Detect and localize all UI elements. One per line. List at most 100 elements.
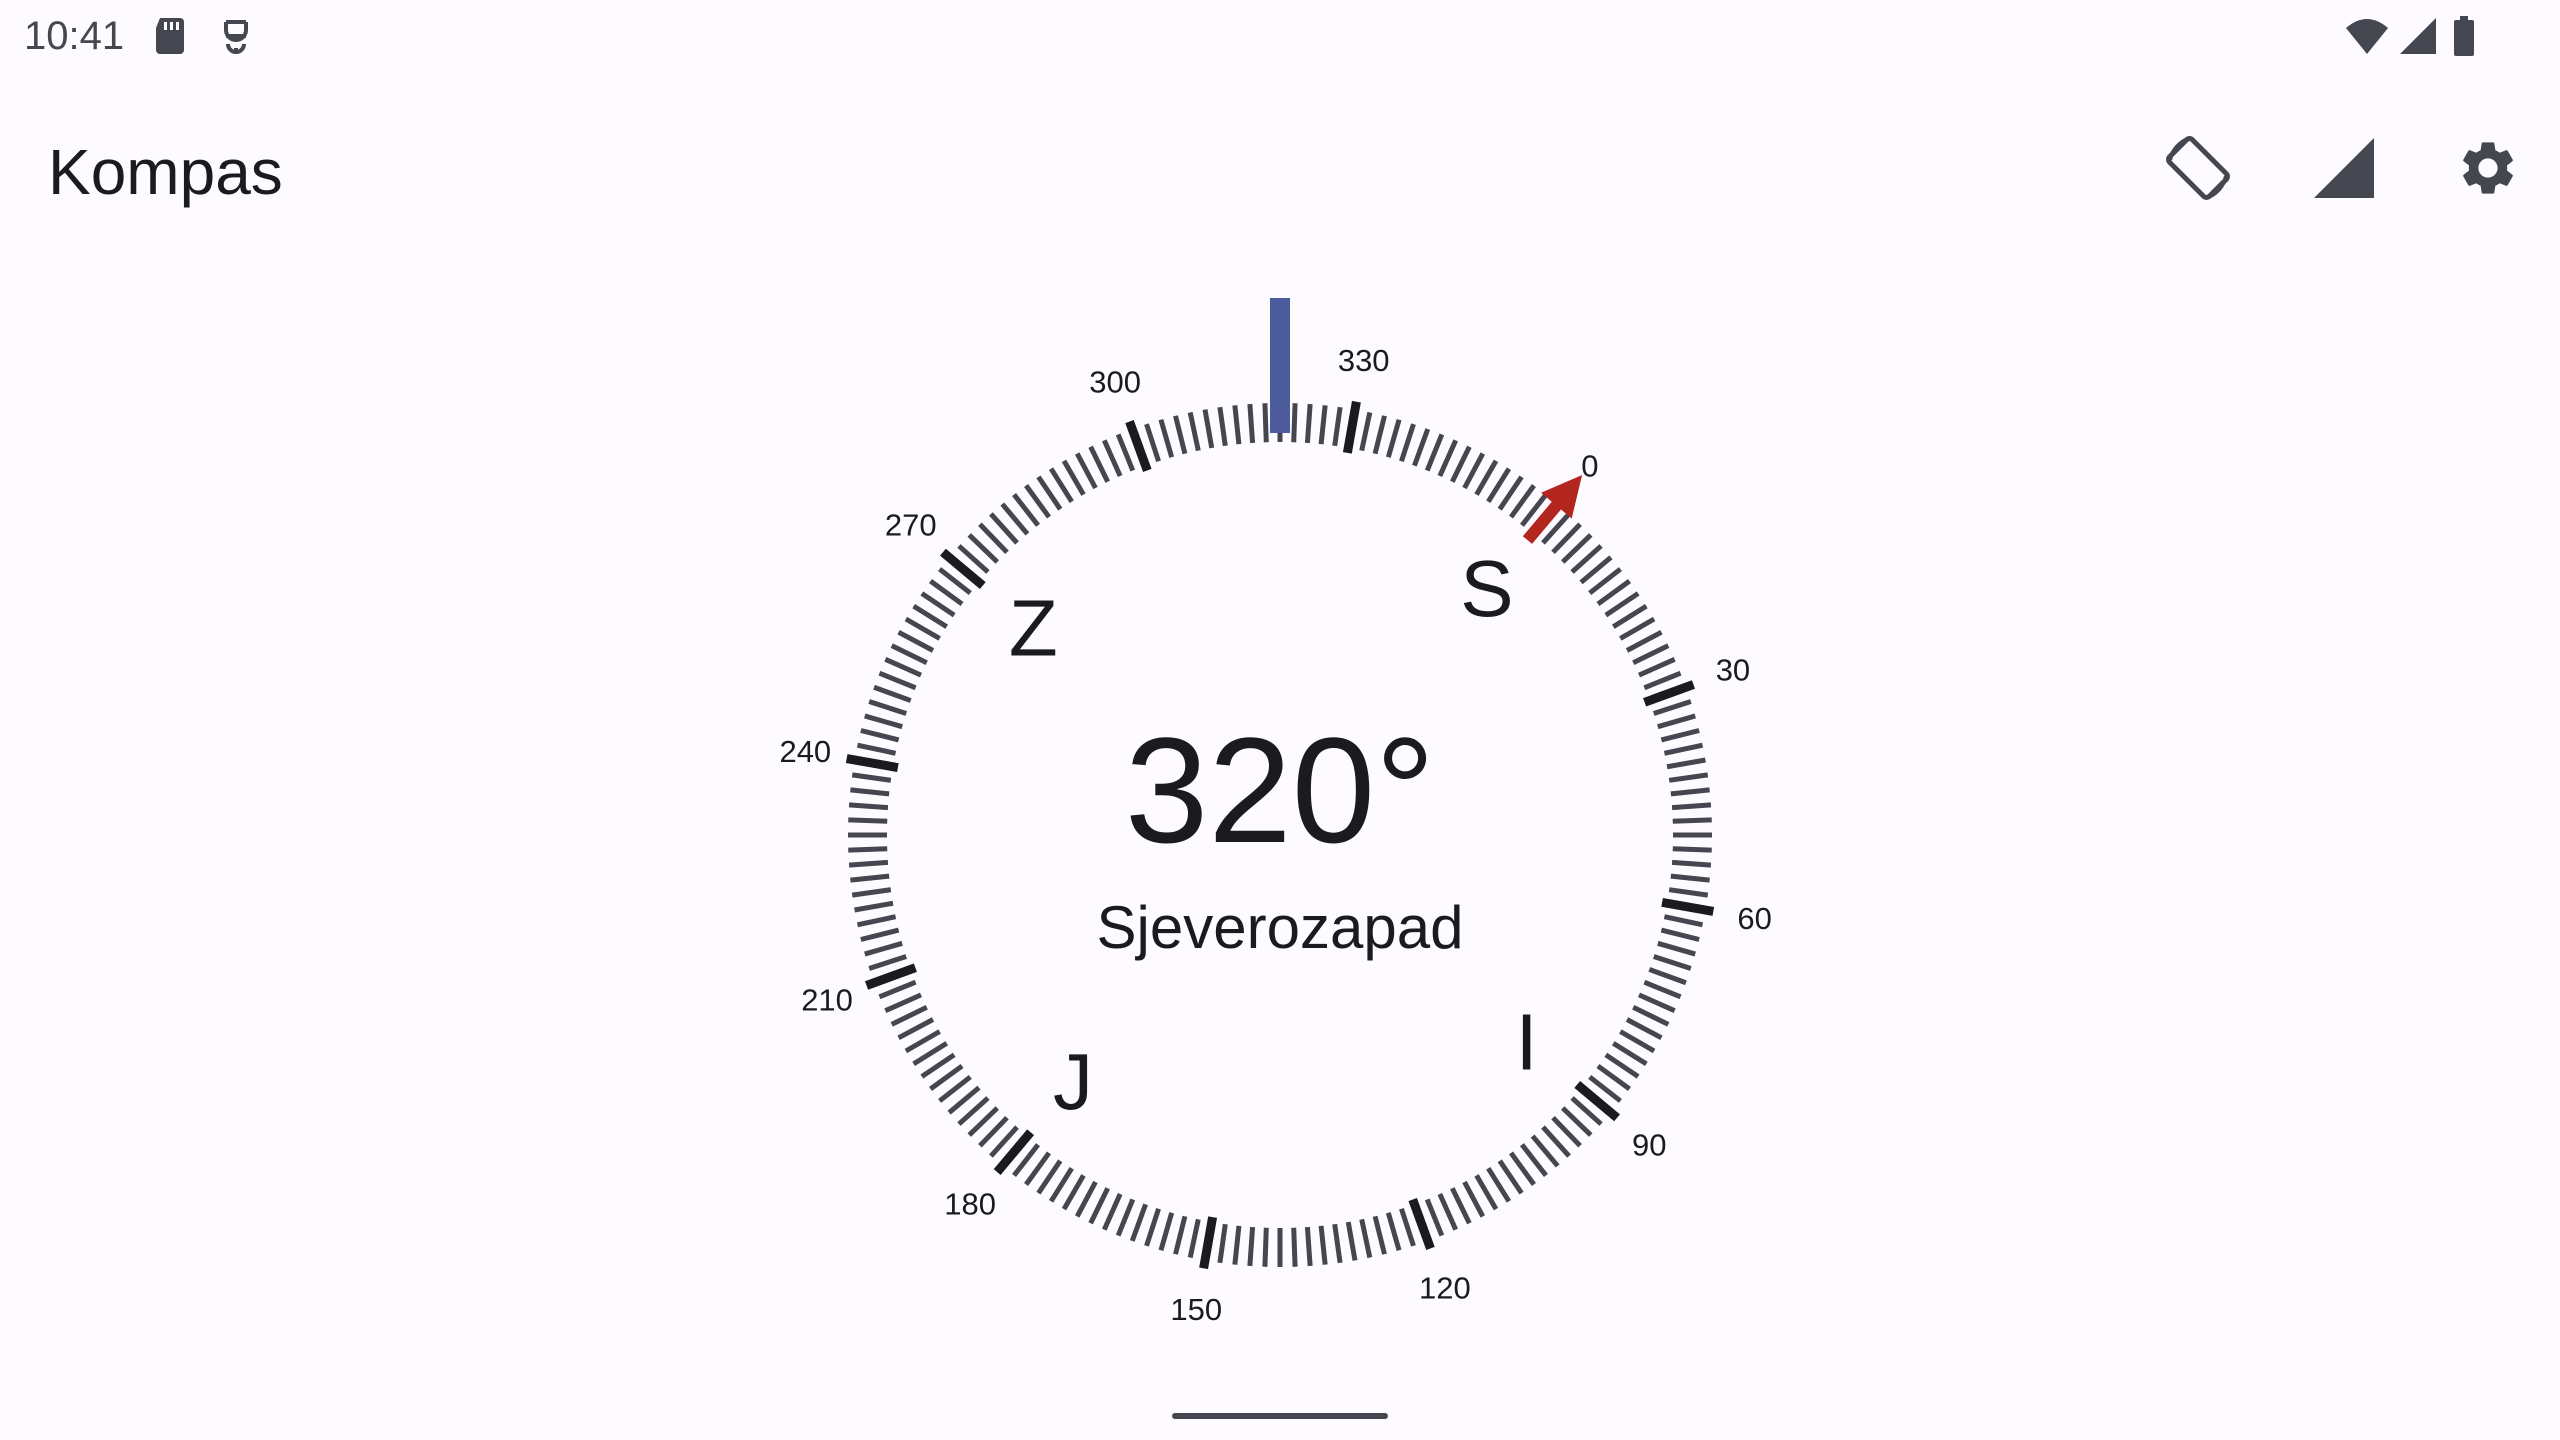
degree-label: 270 bbox=[885, 508, 937, 543]
minor-tick bbox=[884, 657, 922, 678]
minor-tick bbox=[860, 728, 900, 743]
minor-tick bbox=[856, 914, 897, 928]
minor-tick bbox=[1115, 1198, 1136, 1237]
minor-tick bbox=[1262, 1227, 1269, 1267]
navigation-handle[interactable] bbox=[1172, 1413, 1388, 1419]
minor-tick bbox=[1345, 1221, 1358, 1261]
minor-tick bbox=[1638, 992, 1676, 1013]
minor-tick bbox=[1247, 403, 1256, 444]
major-tick bbox=[1661, 897, 1715, 916]
minor-tick bbox=[873, 684, 912, 703]
minor-tick bbox=[1158, 419, 1175, 458]
minor-tick bbox=[1660, 927, 1700, 942]
minor-tick bbox=[1144, 423, 1161, 463]
major-tick bbox=[993, 1129, 1035, 1175]
minor-tick bbox=[851, 887, 892, 898]
minor-tick bbox=[868, 699, 908, 716]
minor-tick bbox=[1660, 728, 1700, 743]
minor-tick bbox=[1643, 670, 1682, 691]
minor-tick bbox=[1625, 1017, 1663, 1041]
minor-tick bbox=[864, 713, 903, 730]
minor-tick bbox=[1670, 787, 1710, 797]
heading-direction: Sjeverozapad bbox=[1096, 894, 1464, 961]
minor-tick bbox=[897, 629, 935, 653]
compass: 0 30 60 90 120 150 180 210 240 270 300 330 S I J Z 320… bbox=[0, 0, 2560, 1440]
minor-tick bbox=[878, 979, 917, 1000]
minor-tick bbox=[1074, 1180, 1098, 1218]
minor-tick bbox=[1318, 1225, 1328, 1265]
minor-tick bbox=[884, 992, 922, 1013]
minor-tick bbox=[1102, 439, 1123, 477]
minor-tick bbox=[848, 859, 889, 868]
minor-tick bbox=[856, 742, 897, 756]
minor-tick bbox=[1129, 1203, 1148, 1242]
minor-tick bbox=[1399, 423, 1416, 463]
minor-tick bbox=[1437, 439, 1458, 477]
cardinal-label: S bbox=[1460, 544, 1513, 633]
minor-tick bbox=[1202, 409, 1215, 449]
cardinal-label: J bbox=[1053, 1037, 1093, 1126]
degree-label: 120 bbox=[1419, 1270, 1471, 1305]
minor-tick bbox=[1424, 433, 1445, 472]
minor-tick bbox=[851, 772, 892, 783]
minor-tick bbox=[1663, 914, 1704, 928]
major-tick bbox=[940, 548, 986, 590]
minor-tick bbox=[1291, 403, 1298, 443]
minor-tick bbox=[1173, 415, 1188, 455]
minor-tick bbox=[1187, 411, 1201, 452]
minor-tick bbox=[1173, 1215, 1188, 1255]
minor-tick bbox=[1102, 1193, 1123, 1231]
minor-tick bbox=[860, 927, 900, 942]
minor-tick bbox=[1187, 1218, 1201, 1259]
minor-tick bbox=[1657, 713, 1696, 730]
minor-tick bbox=[1144, 1207, 1161, 1247]
minor-tick bbox=[890, 1005, 928, 1027]
minor-tick bbox=[1359, 411, 1373, 452]
minor-tick bbox=[1304, 1226, 1313, 1267]
minor-tick bbox=[1643, 979, 1682, 1000]
minor-tick bbox=[1359, 1218, 1373, 1259]
minor-tick bbox=[1657, 940, 1696, 957]
minor-tick bbox=[1332, 1223, 1343, 1264]
minor-tick bbox=[850, 873, 890, 883]
minor-tick bbox=[1412, 428, 1431, 467]
degree-label: 240 bbox=[779, 734, 831, 769]
minor-tick bbox=[1158, 1212, 1175, 1251]
minor-tick bbox=[1318, 405, 1328, 445]
minor-tick bbox=[868, 954, 908, 971]
minor-tick bbox=[848, 802, 889, 811]
minor-tick bbox=[1450, 1187, 1472, 1225]
minor-tick bbox=[1671, 859, 1712, 868]
minor-tick bbox=[1652, 699, 1692, 716]
minor-tick bbox=[1625, 629, 1663, 653]
degree-label: 330 bbox=[1338, 343, 1390, 378]
minor-tick bbox=[1632, 1005, 1670, 1027]
minor-tick bbox=[1437, 1193, 1458, 1231]
heading-value: 320° bbox=[1124, 706, 1436, 874]
minor-tick bbox=[1372, 415, 1387, 455]
major-tick bbox=[845, 754, 899, 773]
degree-label: 210 bbox=[801, 982, 853, 1017]
minor-tick bbox=[1648, 967, 1687, 986]
minor-tick bbox=[1385, 1212, 1402, 1251]
major-tick bbox=[1342, 400, 1361, 454]
minor-tick bbox=[850, 787, 890, 797]
minor-tick bbox=[1385, 419, 1402, 458]
minor-tick bbox=[1115, 433, 1136, 472]
degree-label: 60 bbox=[1737, 901, 1771, 936]
major-tick bbox=[1574, 1080, 1620, 1122]
minor-tick bbox=[1232, 405, 1242, 445]
degree-label: 0 bbox=[1581, 448, 1598, 483]
minor-tick bbox=[1666, 757, 1706, 770]
cardinal-label: Z bbox=[1009, 584, 1058, 673]
minor-tick bbox=[878, 670, 917, 691]
minor-tick bbox=[1399, 1207, 1416, 1247]
degree-label: 30 bbox=[1716, 653, 1750, 688]
minor-tick bbox=[897, 1017, 935, 1041]
minor-tick bbox=[890, 643, 928, 665]
minor-tick bbox=[1217, 406, 1228, 447]
minor-tick bbox=[1450, 445, 1472, 483]
minor-tick bbox=[1672, 817, 1712, 824]
minor-tick bbox=[1652, 954, 1692, 971]
degree-label: 90 bbox=[1632, 1127, 1666, 1162]
